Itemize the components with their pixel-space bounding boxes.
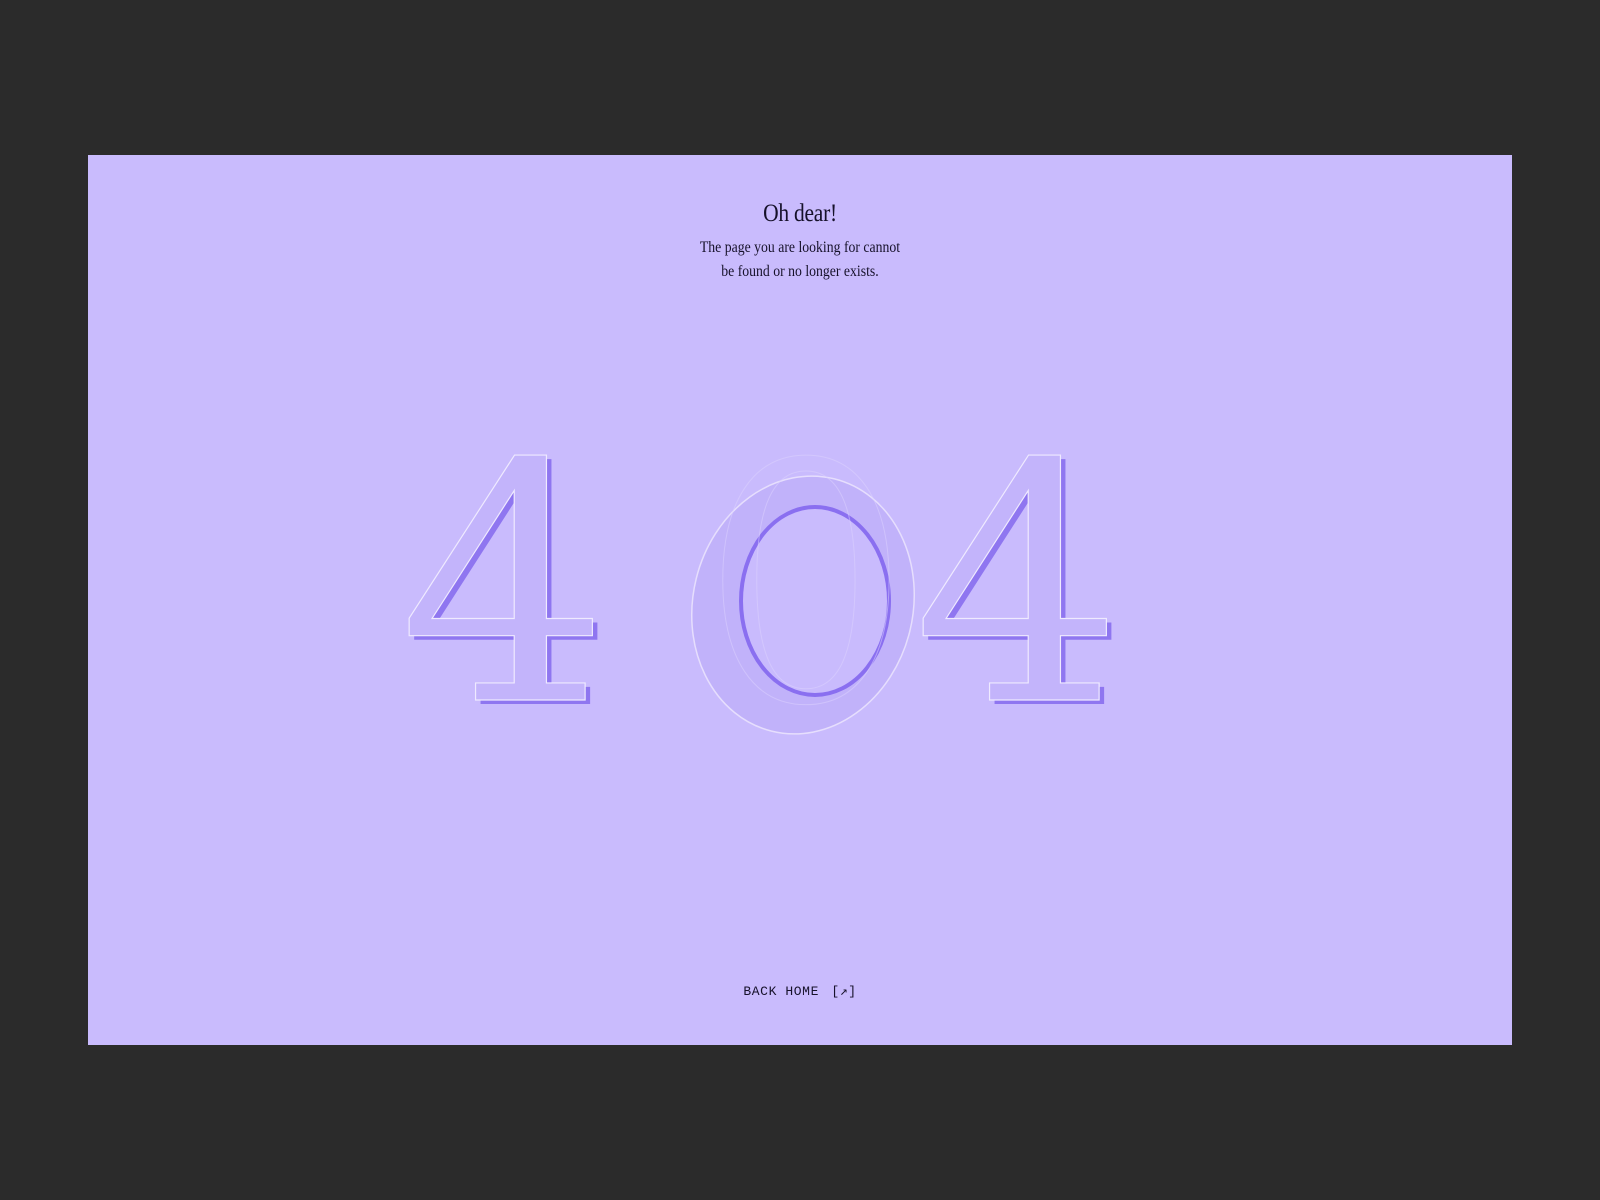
error-code-404: 4 4 0 4 4 [398,393,1128,782]
error-digit-1: 4 4 [398,393,614,782]
error-digit-2: 0 [690,394,916,779]
error-digit-3-face: 4 [913,394,1123,778]
external-arrow-icon: [↗] [831,984,857,999]
back-home-link[interactable]: BACK HOME [↗] [88,984,1512,999]
error-panel: Oh dear! The page you are looking for ca… [88,155,1512,1045]
error-digit-2-glyph: 0 [701,394,911,778]
error-digit-1-face: 4 [399,394,609,778]
error-digit-3: 4 4 [912,393,1128,782]
back-home-label: BACK HOME [743,984,819,999]
